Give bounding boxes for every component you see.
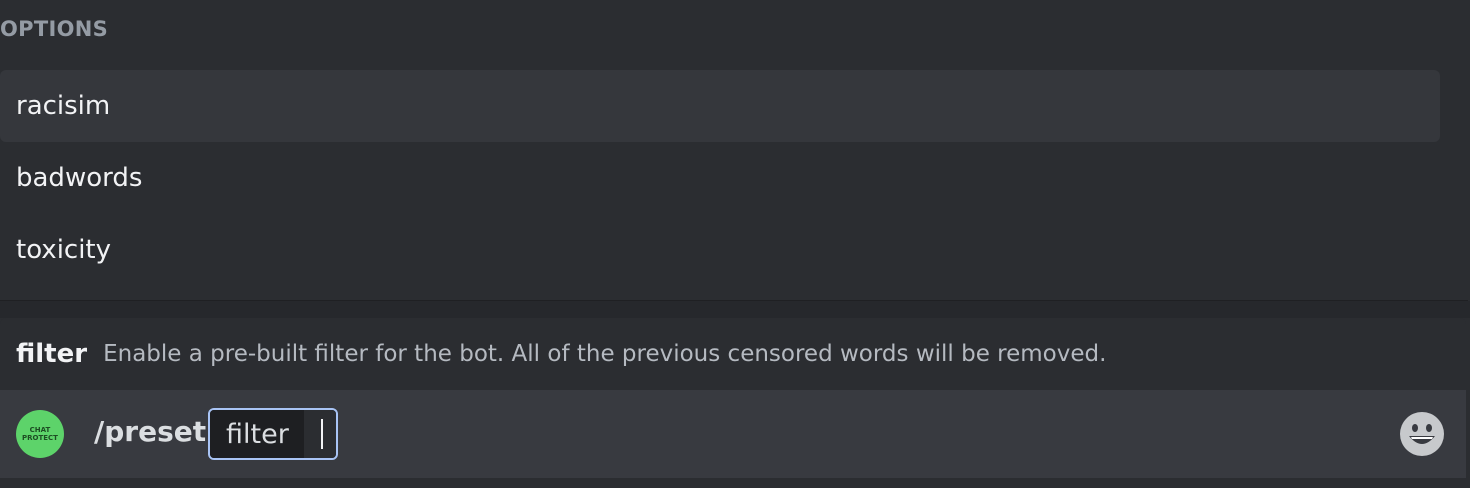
option-value-input[interactable]: [304, 410, 336, 458]
option-chip-name: filter: [210, 410, 304, 458]
command-option-description: filter Enable a pre-built filter for the…: [0, 318, 1466, 390]
command-option-chip[interactable]: filter: [208, 408, 338, 460]
option-racisim[interactable]: racisim: [0, 70, 1440, 142]
option-name-label: filter: [16, 339, 88, 369]
text-caret: [321, 419, 323, 449]
message-input-bar[interactable]: CHAT PROTECT /preset filter: [0, 390, 1466, 478]
slash-command-name: /preset: [94, 415, 207, 448]
option-label: toxicity: [16, 235, 112, 265]
panel-divider: [0, 301, 1470, 318]
option-label: racisim: [16, 91, 111, 121]
options-popup: OPTIONS racisim badwords toxicity: [0, 0, 1468, 301]
option-description-text: Enable a pre-built filter for the bot. A…: [103, 341, 1107, 367]
slash-command-autocomplete: OPTIONS racisim badwords toxicity filter…: [0, 0, 1470, 488]
option-label: badwords: [16, 163, 143, 193]
options-header: OPTIONS: [0, 17, 109, 41]
option-toxicity[interactable]: toxicity: [0, 214, 1440, 286]
option-badwords[interactable]: badwords: [0, 142, 1440, 214]
bot-avatar: CHAT PROTECT: [16, 410, 64, 458]
avatar-text-line2: PROTECT: [22, 434, 58, 442]
smiley-face-icon[interactable]: [1398, 410, 1446, 458]
avatar-text-line1: CHAT: [29, 426, 51, 434]
